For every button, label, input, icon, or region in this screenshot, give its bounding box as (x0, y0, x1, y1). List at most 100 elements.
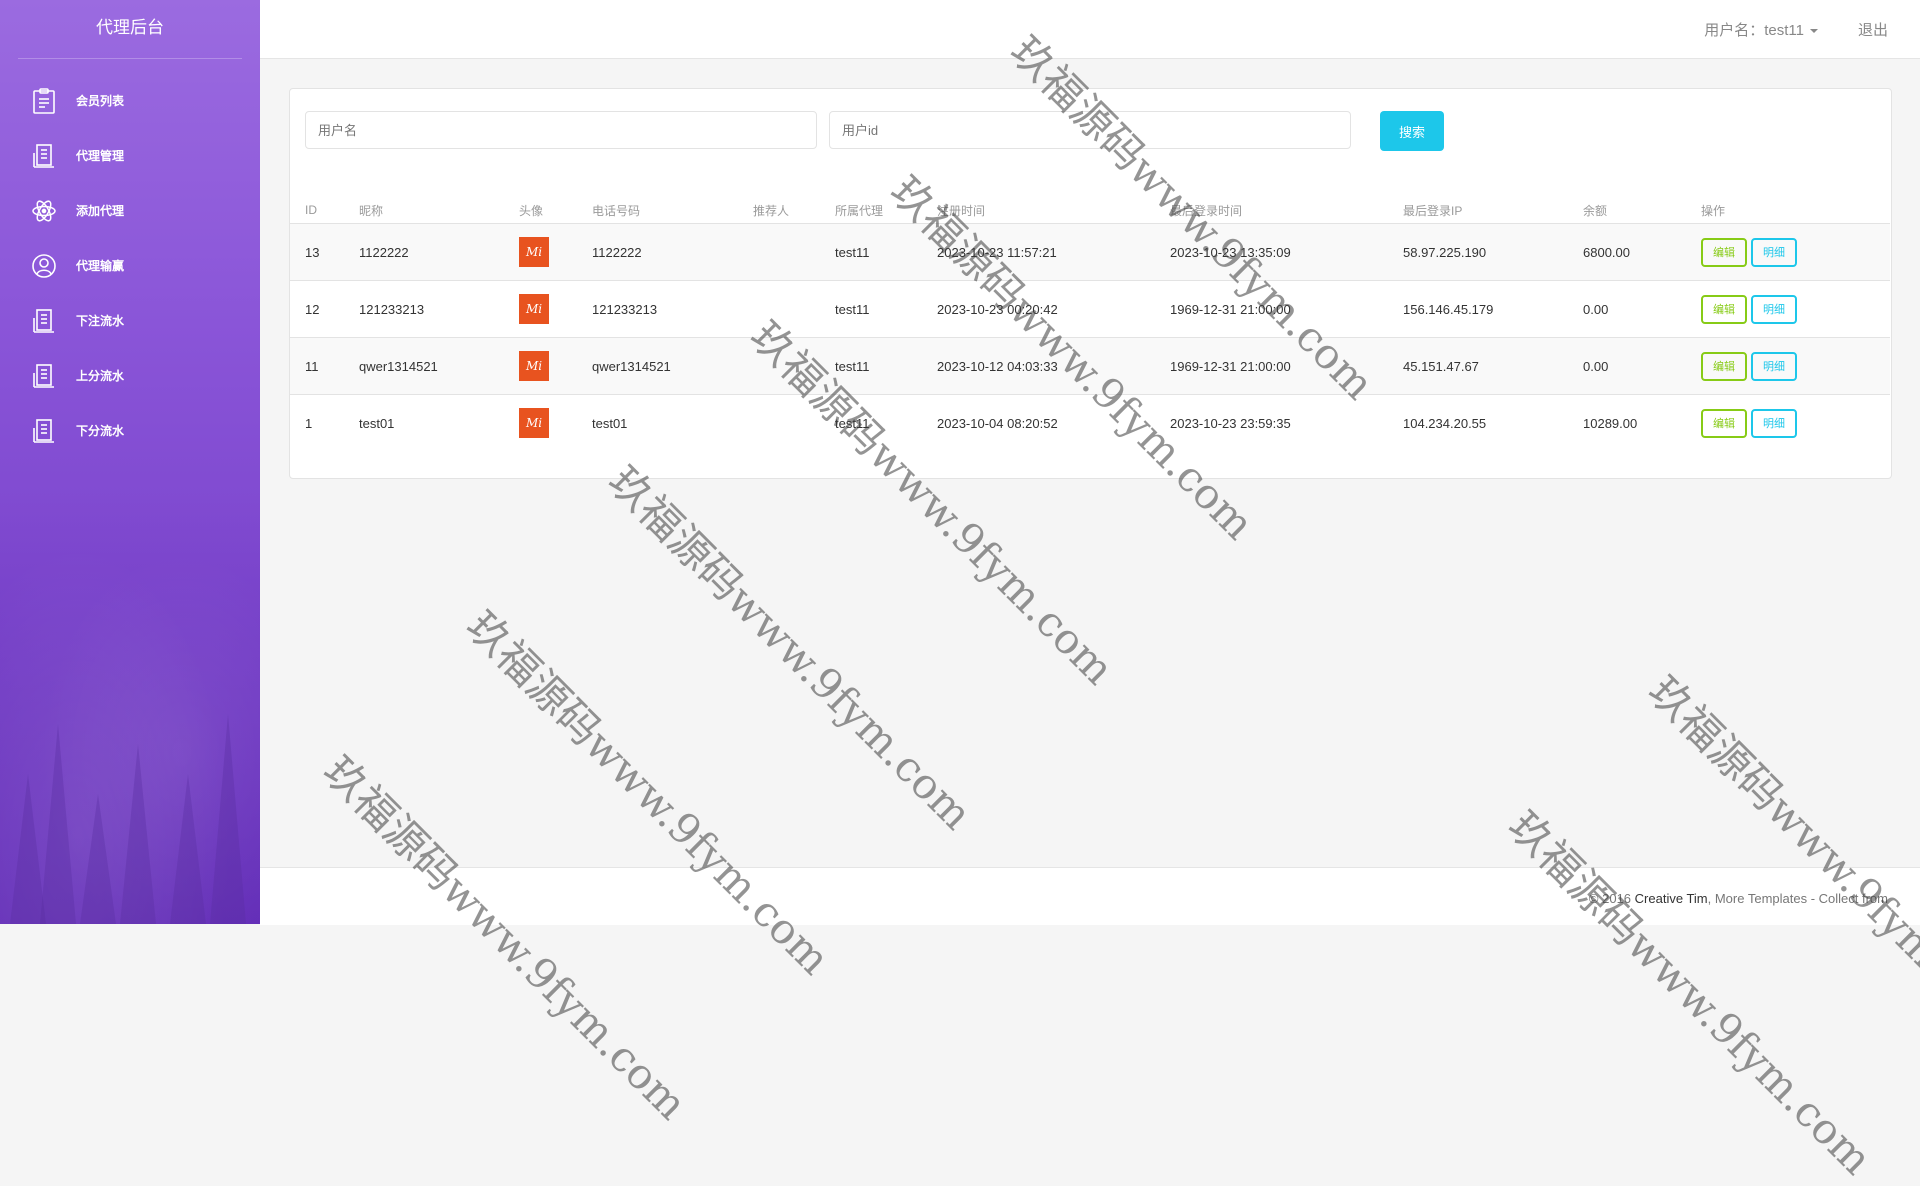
sidebar-item-add-agent[interactable]: 添加代理 (0, 183, 260, 238)
cell-avatar: Mi (519, 394, 592, 451)
cell-referrer (753, 394, 835, 451)
cell-nickname: qwer1314521 (359, 337, 519, 395)
cell-balance: 6800.00 (1583, 223, 1701, 281)
avatar: Mi (519, 351, 549, 381)
search-button[interactable]: 搜索 (1380, 111, 1444, 151)
column-header-phone: 电话号码 (592, 203, 641, 218)
footer-copyright: © 2016 Creative Tim, More Templates - Co… (1589, 891, 1888, 906)
table-row: 13 1122222 Mi 1122222 test11 2023-10-23 … (290, 223, 1890, 281)
edit-button[interactable]: 编辑 (1701, 408, 1747, 438)
column-header-balance: 余额 (1583, 203, 1608, 218)
sidebar-item-member-list[interactable]: 会员列表 (0, 73, 260, 128)
brand-title[interactable]: 代理后台 (18, 0, 242, 59)
cell-actions: 编辑 明细 (1701, 394, 1890, 451)
footer-prefix: © 2016 (1588, 891, 1635, 906)
sidebar-item-label: 下注流水 (76, 314, 125, 328)
member-list-card: 搜索 ID 昵称 头像 电话号码 推荐人 所属代理 注册时间 最后登录时间 最后… (289, 88, 1892, 479)
caret-down-icon (1810, 29, 1818, 34)
sidebar-item-credit-up-flow[interactable]: 上分流水 (0, 348, 260, 403)
table-row: 12 121233213 Mi 121233213 test11 2023-10… (290, 280, 1890, 338)
cell-id: 11 (290, 337, 359, 395)
footer-author-link[interactable]: Creative Tim (1635, 891, 1708, 906)
username-search-input[interactable] (305, 111, 817, 149)
building-icon (30, 362, 58, 390)
cell-avatar: Mi (519, 280, 592, 338)
cell-nickname: test01 (359, 394, 519, 451)
cell-avatar: Mi (519, 337, 592, 395)
username-label: 用户名：test11 (1704, 22, 1804, 39)
clipboard-icon (30, 87, 58, 115)
column-header-last-login-time: 最后登录时间 (1170, 203, 1243, 218)
column-header-last-login-ip: 最后登录IP (1403, 203, 1463, 218)
footer-suffix: , More Templates - Collect from (1707, 891, 1888, 906)
edit-button[interactable]: 编辑 (1701, 351, 1747, 381)
cell-register-time: 2023-10-12 04:03:33 (937, 337, 1170, 395)
user-menu[interactable]: 用户名：test11 (1704, 19, 1818, 40)
cell-id: 12 (290, 280, 359, 338)
sidebar-item-credit-down-flow[interactable]: 下分流水 (0, 403, 260, 458)
cell-register-time: 2023-10-23 11:57:21 (937, 223, 1170, 281)
avatar: Mi (519, 294, 549, 324)
cell-last-login-ip: 45.151.47.67 (1403, 337, 1583, 395)
watermark-text: 玖福源码www.9fym.com (313, 746, 697, 1129)
sidebar-item-label: 代理管理 (76, 149, 125, 163)
cell-last-login-ip: 58.97.225.190 (1403, 223, 1583, 281)
sidebar-item-label: 代理输赢 (76, 259, 125, 273)
sidebar-item-agent-management[interactable]: 代理管理 (0, 128, 260, 183)
cell-phone: test01 (592, 394, 753, 451)
column-header-referrer: 推荐人 (753, 203, 790, 218)
logout-link[interactable]: 退出 (1858, 19, 1888, 40)
cell-last-login-time: 2023-10-23 13:35:09 (1170, 223, 1403, 281)
cell-phone: 1122222 (592, 223, 753, 281)
cell-register-time: 2023-10-23 00:20:42 (937, 280, 1170, 338)
cell-agent: test11 (835, 337, 937, 395)
cell-actions: 编辑 明细 (1701, 337, 1890, 395)
table-row: 11 qwer1314521 Mi qwer1314521 test11 202… (290, 337, 1890, 395)
sidebar: 代理后台 会员列表 代理管理 添加代理 代理输赢 下注流水 上分流水 下分流水 (0, 0, 260, 924)
sidebar-item-agent-winloss[interactable]: 代理输赢 (0, 238, 260, 293)
cell-nickname: 1122222 (359, 223, 519, 281)
column-header-avatar: 头像 (519, 203, 544, 218)
avatar: Mi (519, 408, 549, 438)
cell-last-login-ip: 156.146.45.179 (1403, 280, 1583, 338)
watermark-text: 玖福源码www.9fym.com (456, 601, 840, 984)
top-navbar: 用户名：test11 退出 (260, 0, 1920, 59)
cell-phone: 121233213 (592, 280, 753, 338)
watermark-text: 玖福源码www.9fym.com (1498, 801, 1882, 1184)
cell-agent: test11 (835, 280, 937, 338)
detail-button[interactable]: 明细 (1751, 237, 1797, 267)
sidebar-item-bet-flow[interactable]: 下注流水 (0, 293, 260, 348)
detail-button[interactable]: 明细 (1751, 351, 1797, 381)
cell-last-login-time: 2023-10-23 23:59:35 (1170, 394, 1403, 451)
footer: © 2016 Creative Tim, More Templates - Co… (260, 867, 1920, 925)
sidebar-item-label: 上分流水 (76, 369, 125, 383)
sidebar-item-label: 会员列表 (76, 94, 125, 108)
cell-agent: test11 (835, 223, 937, 281)
userid-search-input[interactable] (829, 111, 1351, 149)
watermark-text: 玖福源码www.9fym.com (598, 456, 982, 839)
sidebar-item-label: 下分流水 (76, 424, 125, 438)
cell-id: 1 (290, 394, 359, 451)
column-header-register-time: 注册时间 (937, 203, 986, 218)
sidebar-item-label: 添加代理 (76, 204, 125, 218)
detail-button[interactable]: 明细 (1751, 294, 1797, 324)
atom-icon (30, 197, 58, 225)
edit-button[interactable]: 编辑 (1701, 237, 1747, 267)
cell-phone: qwer1314521 (592, 337, 753, 395)
column-header-agent: 所属代理 (835, 203, 884, 218)
cell-last-login-time: 1969-12-31 21:00:00 (1170, 337, 1403, 395)
cell-referrer (753, 223, 835, 281)
watermark-text: 玖福源码www.9fym.com (1638, 666, 1920, 1049)
table-header-row: ID 昵称 头像 电话号码 推荐人 所属代理 注册时间 最后登录时间 最后登录I… (290, 197, 1890, 224)
edit-button[interactable]: 编辑 (1701, 294, 1747, 324)
cell-balance: 10289.00 (1583, 394, 1701, 451)
column-header-actions: 操作 (1701, 203, 1726, 218)
cell-last-login-time: 1969-12-31 21:00:00 (1170, 280, 1403, 338)
sidebar-nav: 会员列表 代理管理 添加代理 代理输赢 下注流水 上分流水 下分流水 (0, 59, 260, 458)
cell-nickname: 121233213 (359, 280, 519, 338)
member-table: ID 昵称 头像 电话号码 推荐人 所属代理 注册时间 最后登录时间 最后登录I… (290, 197, 1890, 451)
detail-button[interactable]: 明细 (1751, 408, 1797, 438)
cell-id: 13 (290, 223, 359, 281)
cell-referrer (753, 280, 835, 338)
cell-referrer (753, 337, 835, 395)
